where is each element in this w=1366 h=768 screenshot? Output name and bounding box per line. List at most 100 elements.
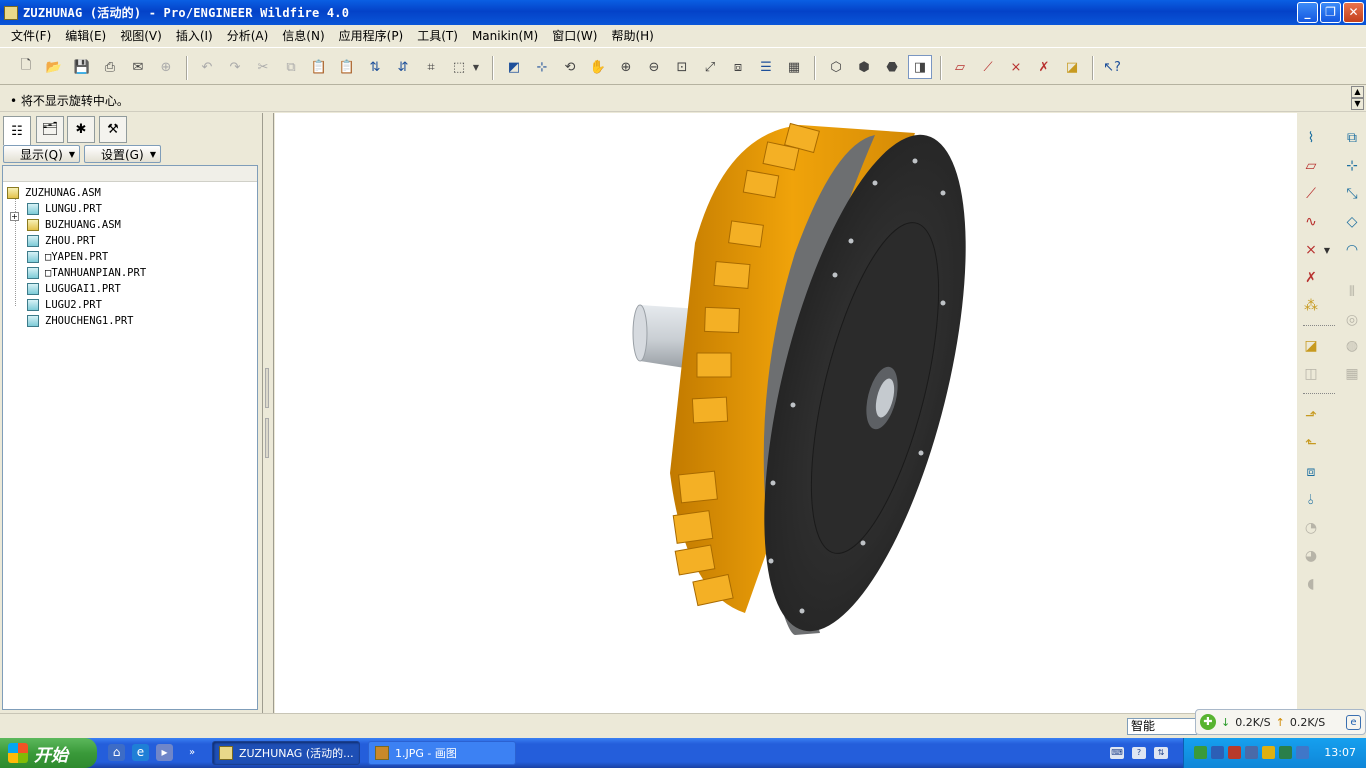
cut-feature-icon[interactable]: ◠	[1341, 239, 1363, 261]
assemble-component-icon[interactable]: ⧉	[1341, 127, 1363, 149]
sketch-tool-icon[interactable]: ⌇	[1300, 127, 1322, 149]
annotation-display-icon[interactable]: ◪	[1062, 57, 1082, 77]
favorites-tab-icon[interactable]: ✱	[67, 116, 95, 143]
message-scroll-down-icon[interactable]: ▼	[1351, 98, 1364, 110]
tree-node-root[interactable]: ZUZHUNAG.ASM	[7, 185, 101, 201]
shield-tray-icon[interactable]	[1279, 746, 1292, 759]
analysis-feature-icon[interactable]: ⁂	[1300, 295, 1322, 317]
open-folder-icon[interactable]: 📂	[44, 57, 64, 77]
pan-hand-icon[interactable]: ✋	[588, 57, 608, 77]
tree-node[interactable]: LUGUGAI1.PRT	[27, 281, 121, 297]
taskbar-item-proe[interactable]: ZUZHUNAG (活动的...	[212, 741, 360, 765]
model-tree[interactable]: + ZUZHUNAG.ASM LUNGU.PRT BUZHUANG.ASM ZH…	[2, 165, 258, 710]
merge-tool-icon[interactable]: ◎	[1341, 309, 1363, 331]
settings-menu-button[interactable]: 设置(G) ▼	[84, 145, 161, 163]
zoom-out-icon[interactable]: ⊖	[644, 57, 664, 77]
folder-browser-tab-icon[interactable]: 🗂	[36, 116, 64, 143]
package-component-icon[interactable]: ⧈	[1300, 461, 1322, 483]
datum-axis-display-icon[interactable]: ⟋	[978, 57, 998, 77]
undo-icon[interactable]: ↶	[197, 57, 217, 77]
datum-point-tool-icon[interactable]: ⨯	[1300, 239, 1322, 261]
message-scroll-up-icon[interactable]: ▲	[1351, 86, 1364, 98]
show-menu-button[interactable]: 显示(Q) ▼	[3, 145, 80, 163]
find-icon[interactable]: ⌗	[421, 57, 441, 77]
saved-views-icon[interactable]: ⧈	[728, 57, 748, 77]
keyboard-icon[interactable]: ⌨	[1110, 747, 1124, 759]
orient-mode-icon[interactable]: ⟲	[560, 57, 580, 77]
drag-component-icon[interactable]: ⤡	[1341, 183, 1363, 205]
security-tray-icon[interactable]	[1228, 746, 1241, 759]
collapse-handle[interactable]	[265, 368, 269, 408]
start-button[interactable]: 开始	[0, 738, 97, 768]
send-link-icon[interactable]: ⊕	[156, 57, 176, 77]
menu-insert[interactable]: 插入(I)	[169, 27, 220, 44]
selection-filter-select[interactable]: 智能	[1127, 718, 1197, 735]
round-tool-icon[interactable]: ◔	[1300, 517, 1322, 539]
create-component-icon[interactable]: ⊹	[1341, 155, 1363, 177]
window-titlebar[interactable]: ZUZHUNAG (活动的) - Pro/ENGINEER Wildfire 4…	[0, 0, 1366, 25]
menu-window[interactable]: 窗口(W)	[545, 27, 604, 44]
tree-node[interactable]: LUGU2.PRT	[27, 297, 102, 313]
expand-handle[interactable]	[265, 418, 269, 458]
copy-icon[interactable]: ⧉	[281, 57, 301, 77]
display-tray-icon[interactable]	[1211, 746, 1224, 759]
mirror-tool-icon[interactable]: ⫴	[1341, 281, 1363, 303]
datum-point-display-icon[interactable]: ⨯	[1006, 57, 1026, 77]
csys-tool-icon[interactable]: ✗	[1300, 267, 1322, 289]
annotation-element-icon[interactable]: ◫	[1300, 363, 1322, 385]
spin-center-icon[interactable]: ⊹	[532, 57, 552, 77]
menu-info[interactable]: 信息(N)	[275, 27, 331, 44]
speed-tray-icon[interactable]	[1262, 746, 1275, 759]
trim-tool-icon[interactable]: ◍	[1341, 335, 1363, 357]
clock[interactable]: 13:07	[1324, 746, 1356, 759]
pattern-tool-icon[interactable]: ▦	[1341, 363, 1363, 385]
datum-plane-display-icon[interactable]: ▱	[950, 57, 970, 77]
context-help-icon[interactable]: ↖?	[1102, 57, 1122, 77]
panel-splitter[interactable]	[262, 113, 274, 713]
update-tray-icon[interactable]	[1296, 746, 1309, 759]
taskbar-item-paint[interactable]: 1.JPG - 画图	[368, 741, 516, 765]
quicklaunch-desktop-icon[interactable]: ⌂	[108, 744, 125, 761]
regenerate-icon[interactable]: ⇅	[365, 57, 385, 77]
repaint-icon[interactable]: ◩	[504, 57, 524, 77]
regen-manager-icon[interactable]: ⇵	[393, 57, 413, 77]
datum-curve-tool-icon[interactable]: ∿	[1300, 211, 1322, 233]
help-tray-icon[interactable]: ?	[1132, 747, 1146, 759]
tree-node[interactable]: □YAPEN.PRT	[27, 249, 108, 265]
selection-box-icon[interactable]: ⬚	[449, 57, 469, 77]
tree-node[interactable]: ZHOUCHENG1.PRT	[27, 313, 134, 329]
close-button[interactable]: ✕	[1343, 2, 1364, 23]
sound-tray-icon[interactable]	[1245, 746, 1258, 759]
menu-edit[interactable]: 编辑(E)	[58, 27, 113, 44]
quicklaunch-expand-icon[interactable]: »	[186, 744, 198, 761]
draft-tool-icon[interactable]: ◖	[1300, 573, 1322, 595]
tree-node[interactable]: BUZHUANG.ASM	[27, 217, 121, 233]
menu-help[interactable]: 帮助(H)	[604, 27, 660, 44]
paste-icon[interactable]: 📋	[309, 57, 329, 77]
replace-component-icon[interactable]: ⬑	[1300, 433, 1322, 455]
network-tray-icon[interactable]	[1194, 746, 1207, 759]
graphics-window[interactable]	[275, 113, 1297, 713]
zoom-in-icon[interactable]: ⊕	[616, 57, 636, 77]
menu-manikin[interactable]: Manikin(M)	[465, 29, 545, 43]
tree-node[interactable]: □TANHUANPIAN.PRT	[27, 265, 146, 281]
hidden-line-icon[interactable]: ⬢	[854, 57, 874, 77]
minimize-button[interactable]: _	[1297, 2, 1318, 23]
chamfer-tool-icon[interactable]: ◕	[1300, 545, 1322, 567]
connections-tab-icon[interactable]: ⚒	[99, 116, 127, 143]
menu-analysis[interactable]: 分析(A)	[220, 27, 276, 44]
model-tree-tab-icon[interactable]: ☷	[3, 116, 31, 145]
reorient-icon[interactable]: ⤢	[700, 57, 720, 77]
ie-icon[interactable]: e	[1346, 714, 1361, 730]
wireframe-icon[interactable]: ⬡	[826, 57, 846, 77]
view-manager-icon[interactable]: ▦	[784, 57, 804, 77]
paste-special-icon[interactable]: 📋	[337, 57, 357, 77]
cut-icon[interactable]: ✂	[253, 57, 273, 77]
print-icon[interactable]: ⎙	[100, 57, 120, 77]
tree-node[interactable]: LUNGU.PRT	[27, 201, 102, 217]
quicklaunch-media-icon[interactable]: ▸	[156, 744, 173, 761]
quicklaunch-ie-icon[interactable]: e	[132, 744, 149, 761]
no-hidden-icon[interactable]: ⬣	[882, 57, 902, 77]
surface-tool-icon[interactable]: ◇	[1341, 211, 1363, 233]
layers-icon[interactable]: ☰	[756, 57, 776, 77]
